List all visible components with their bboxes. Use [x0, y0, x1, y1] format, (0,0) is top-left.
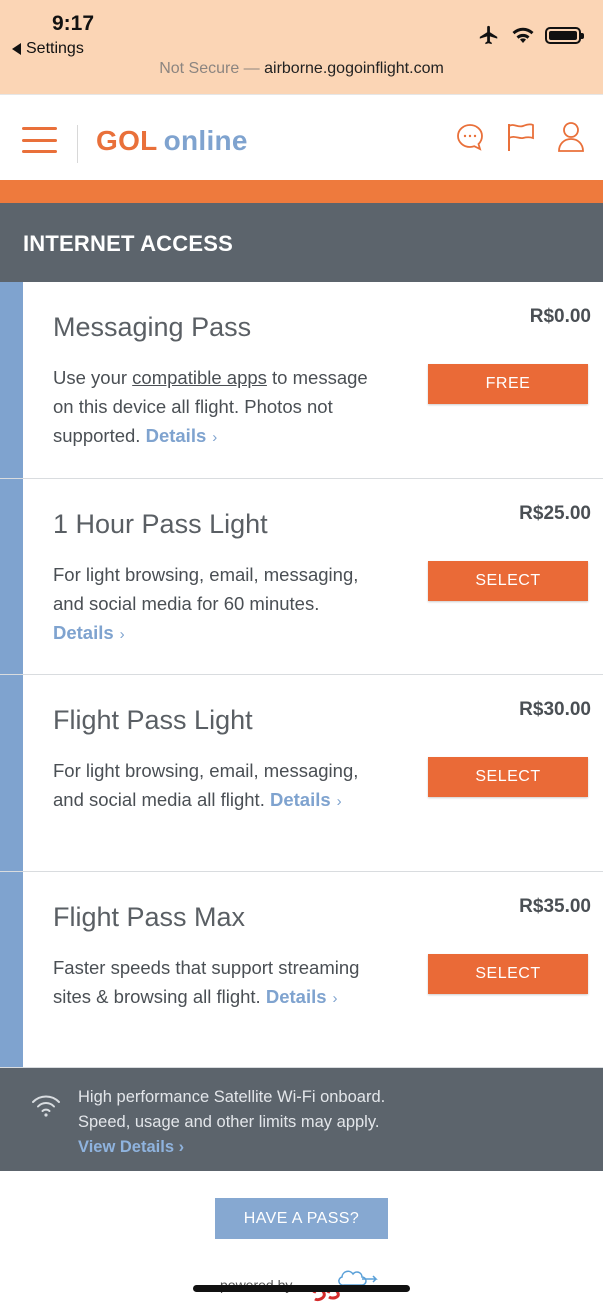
logo-gol: GOL: [96, 125, 158, 156]
wifi-info-text: High performance Satellite Wi-Fi onboard…: [78, 1085, 385, 1160]
address-bar[interactable]: Not Secure — airborne.gogoinflight.com: [0, 60, 603, 78]
back-to-settings[interactable]: Settings: [12, 40, 84, 58]
pass-name: Flight Pass Max: [53, 901, 246, 932]
pass-price: R$30.00: [519, 699, 591, 720]
have-a-pass-button[interactable]: HAVE A PASS?: [215, 1198, 388, 1239]
orange-band: [0, 180, 603, 203]
url-domain: airborne.gogoinflight.com: [264, 60, 444, 77]
view-details-link[interactable]: View Details ›: [78, 1135, 385, 1160]
home-indicator[interactable]: [193, 1285, 410, 1292]
select-button[interactable]: SELECT: [428, 953, 588, 994]
pass-card-1-hour-light: 1 Hour Pass Light R$25.00 For light brow…: [0, 478, 603, 675]
pass-description: For light browsing, email, messaging, an…: [53, 560, 373, 649]
description-text: For light browsing, email, messaging, an…: [53, 563, 359, 614]
pass-price: R$25.00: [519, 502, 591, 524]
header-icons: [455, 121, 585, 153]
header-divider: [77, 125, 78, 163]
chevron-right-icon: ›: [119, 625, 125, 643]
wifi-signal-icon: [32, 1095, 60, 1117]
select-button[interactable]: SELECT: [428, 757, 588, 797]
pass-description: Faster speeds that support streaming sit…: [53, 953, 373, 1013]
app-header: GOL online: [0, 94, 603, 180]
details-link[interactable]: Details: [146, 425, 207, 446]
back-label: Settings: [26, 40, 84, 57]
section-title: INTERNET ACCESS: [23, 231, 233, 256]
select-button[interactable]: SELECT: [428, 560, 588, 601]
logo-online: online: [163, 125, 248, 156]
pass-name: Flight Pass Light: [53, 705, 253, 735]
pass-price: R$35.00: [519, 895, 591, 917]
description-text: Use your: [53, 367, 133, 388]
wifi-info-bar: High performance Satellite Wi-Fi onboard…: [0, 1068, 603, 1171]
menu-icon[interactable]: [22, 127, 57, 153]
pass-card-messaging: Messaging Pass R$0.00 Use your compatibl…: [0, 282, 603, 479]
gogo-logo-icon: [312, 1270, 378, 1302]
airplane-icon: [479, 25, 498, 45]
chevron-right-icon: ›: [212, 429, 218, 446]
wifi-icon: [512, 27, 534, 43]
pass-price: R$0.00: [529, 306, 591, 327]
details-link[interactable]: Details: [53, 622, 114, 643]
chevron-right-icon: ›: [332, 989, 338, 1007]
pass-card-flight-max: Flight Pass Max R$35.00 Faster speeds th…: [0, 871, 603, 1068]
pass-card-flight-light: Flight Pass Light R$30.00 For light brow…: [0, 675, 603, 872]
pass-name: Messaging Pass: [53, 312, 252, 342]
section-header: INTERNET ACCESS: [0, 203, 603, 282]
info-line-1: High performance Satellite Wi-Fi onboard…: [78, 1088, 386, 1106]
status-time: 9:17: [52, 12, 95, 35]
browser-top-bar: 9:17 Settings Not Secure — airborne.gogo…: [0, 0, 603, 94]
gol-online-logo[interactable]: GOL online: [96, 125, 248, 157]
info-line-2: Speed, usage and other limits may apply.: [78, 1113, 380, 1131]
pass-description: For light browsing, email, messaging, an…: [53, 756, 373, 816]
free-button[interactable]: FREE: [428, 364, 588, 404]
status-icons: [477, 24, 584, 46]
details-link[interactable]: Details: [270, 789, 331, 810]
pass-name: 1 Hour Pass Light: [53, 508, 268, 539]
chat-icon[interactable]: [455, 122, 485, 152]
security-label: Not Secure —: [159, 60, 260, 77]
compatible-apps-link[interactable]: compatible apps: [132, 367, 267, 388]
pass-list: Messaging Pass R$0.00 Use your compatibl…: [0, 282, 603, 1068]
user-icon[interactable]: [557, 121, 585, 153]
flag-icon[interactable]: [505, 122, 537, 152]
back-arrow-icon: [12, 43, 21, 55]
pass-description: Use your compatible apps to message on t…: [53, 363, 373, 452]
chevron-right-icon: ›: [336, 793, 342, 810]
details-link[interactable]: Details: [266, 986, 327, 1007]
battery-icon: [545, 26, 584, 44]
